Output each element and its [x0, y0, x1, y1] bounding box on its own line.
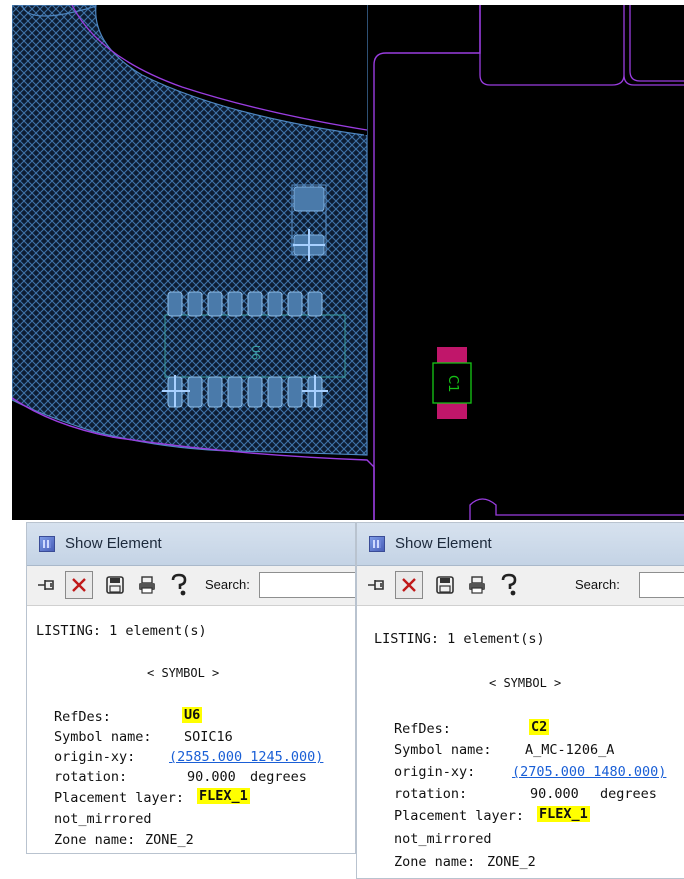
show-element-window-u6: Show Element Search: LISTING: 1 element(…: [26, 522, 356, 854]
placement-layer-value: FLEX_1: [197, 788, 250, 804]
toolbar: Search:: [27, 566, 355, 606]
listing-count: LISTING: 1 element(s): [374, 631, 545, 647]
listing-panel: LISTING: 1 element(s) < SYMBOL > RefDes:…: [27, 606, 355, 853]
search-input[interactable]: [259, 572, 355, 598]
symbol-name-value: A_MC-1206_A: [525, 742, 615, 758]
refdes-value: C2: [529, 719, 550, 735]
u6-silk-label: U6: [249, 345, 262, 360]
origin-label: origin-xy:: [54, 749, 136, 765]
mirror-status: not_mirrored: [54, 811, 152, 827]
element-type: < SYMBOL >: [147, 666, 220, 680]
symbol-name-label: Symbol name:: [394, 742, 492, 758]
rotation-value: 90.000: [530, 786, 579, 802]
rotation-unit: degrees: [250, 769, 307, 785]
origin-link[interactable]: (2585.000 1245.000): [169, 749, 323, 765]
toolbar: Search:: [357, 566, 684, 606]
board-outline-center: [373, 5, 481, 520]
window-title: Show Element: [395, 535, 492, 552]
rotation-label: rotation:: [394, 786, 468, 802]
board-outline-bottom-right: [469, 498, 684, 520]
close-icon[interactable]: [395, 571, 423, 599]
zone-name-label: Zone name:: [54, 832, 136, 848]
title-bar[interactable]: Show Element: [27, 523, 355, 566]
listing-panel: LISTING: 1 element(s) < SYMBOL > RefDes:…: [357, 606, 684, 878]
window-title: Show Element: [65, 535, 162, 552]
placement-layer-value: FLEX_1: [537, 806, 590, 822]
refdes-value: U6: [182, 707, 203, 723]
rotation-unit: degrees: [600, 786, 657, 802]
c1-component: C1: [432, 347, 472, 419]
pin-icon[interactable]: [363, 571, 391, 599]
symbol-name-value: SOIC16: [184, 729, 233, 745]
close-icon[interactable]: [65, 571, 93, 599]
zone-name-label: Zone name:: [394, 854, 476, 870]
pcb-canvas[interactable]: U6 C1: [12, 5, 684, 520]
rotation-value: 90.000: [187, 769, 236, 785]
save-icon[interactable]: [431, 571, 459, 599]
help-icon[interactable]: [495, 571, 523, 599]
placement-layer-label: Placement layer:: [54, 790, 185, 806]
app-icon: [369, 536, 385, 552]
symbol-name-label: Symbol name:: [54, 729, 152, 745]
search-label: Search:: [205, 577, 250, 592]
refdes-label: RefDes:: [394, 721, 451, 737]
save-icon[interactable]: [101, 571, 129, 599]
show-element-window-c2: Show Element Search: LISTING: 1 element(…: [356, 522, 684, 879]
origin-link[interactable]: (2705.000 1480.000): [512, 764, 666, 780]
zone-name-value: ZONE_2: [145, 832, 194, 848]
board-drawing: U6 C1: [12, 5, 684, 520]
c1-silk-label: C1: [445, 375, 460, 392]
search-input[interactable]: [639, 572, 684, 598]
origin-label: origin-xy:: [394, 764, 476, 780]
pin-icon[interactable]: [33, 571, 61, 599]
refdes-label: RefDes:: [54, 709, 111, 725]
element-type: < SYMBOL >: [489, 676, 562, 690]
zone-name-value: ZONE_2: [487, 854, 536, 870]
placement-layer-label: Placement layer:: [394, 808, 525, 824]
search-label: Search:: [575, 577, 620, 592]
board-outline-tabs: [479, 5, 684, 86]
rotation-label: rotation:: [54, 769, 128, 785]
print-icon[interactable]: [133, 571, 161, 599]
title-bar[interactable]: Show Element: [357, 523, 684, 566]
listing-count: LISTING: 1 element(s): [36, 623, 207, 639]
print-icon[interactable]: [463, 571, 491, 599]
app-icon: [39, 536, 55, 552]
mirror-status: not_mirrored: [394, 831, 492, 847]
help-icon[interactable]: [165, 571, 193, 599]
